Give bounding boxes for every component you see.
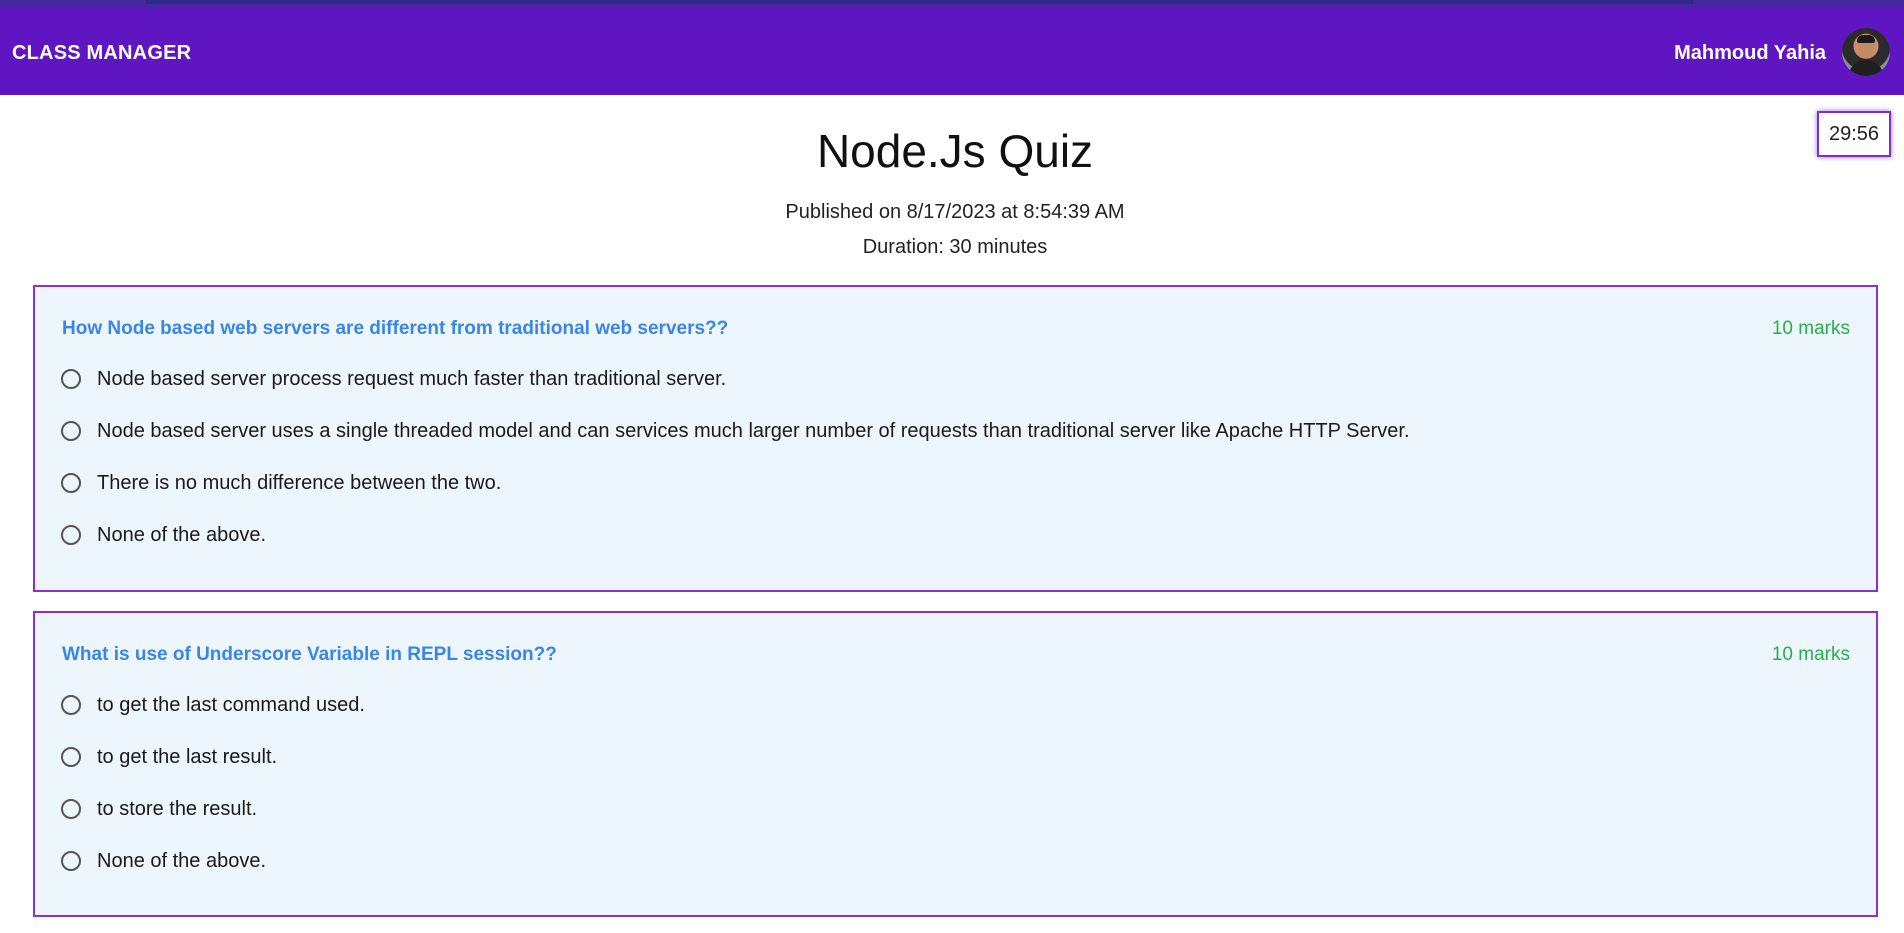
radio-button[interactable] [61,799,81,819]
radio-button[interactable] [61,421,81,441]
option-label: to get the last result. [97,745,278,768]
option-label: to store the result. [97,797,258,820]
answer-option[interactable]: None of the above. [61,521,266,549]
radio-button[interactable] [61,369,81,389]
question-marks: 10 marks [1771,644,1850,665]
app-bar: CLASS MANAGER Mahmoud Yahia [0,8,1904,95]
question-text: How Node based web servers are different… [62,318,729,339]
avatar-hair [1857,35,1875,43]
question-marks: 10 marks [1771,318,1850,339]
radio-button[interactable] [61,473,81,493]
option-label: Node based server process request much f… [97,367,727,390]
option-label: None of the above. [97,849,267,872]
answer-option[interactable]: There is no much difference between the … [61,469,501,497]
answer-option[interactable]: Node based server process request much f… [61,365,726,393]
question-card-2: What is use of Underscore Variable in RE… [33,611,1878,917]
option-label: to get the last command used. [97,693,365,716]
quiz-title: Node.Js Quiz [816,125,1094,177]
question-text: What is use of Underscore Variable in RE… [62,644,557,665]
radio-button[interactable] [61,525,81,545]
answer-option[interactable]: to get the last result. [61,743,277,771]
quiz-duration: Duration: 30 minutes [862,236,1048,258]
user-avatar-icon[interactable] [1842,28,1890,76]
browser-top-strip-inner [146,0,1693,4]
avatar-shirt [1848,60,1884,76]
user-name[interactable]: Mahmoud Yahia [1674,42,1826,65]
option-label: None of the above. [97,523,267,546]
question-card-1: How Node based web servers are different… [33,285,1878,592]
browser-top-strip [0,0,1904,8]
answer-option[interactable]: None of the above. [61,847,266,875]
option-label: There is no much difference between the … [97,471,502,494]
radio-button[interactable] [61,695,81,715]
answer-option[interactable]: to get the last command used. [61,691,365,719]
answer-option[interactable]: Node based server uses a single threaded… [61,417,1410,445]
radio-button[interactable] [61,747,81,767]
radio-button[interactable] [61,851,81,871]
quiz-published-date: Published on 8/17/2023 at 8:54:39 AM [785,201,1125,223]
option-label: Node based server uses a single threaded… [97,419,1410,442]
app-brand[interactable]: CLASS MANAGER [12,42,191,65]
answer-option[interactable]: to store the result. [61,795,257,823]
